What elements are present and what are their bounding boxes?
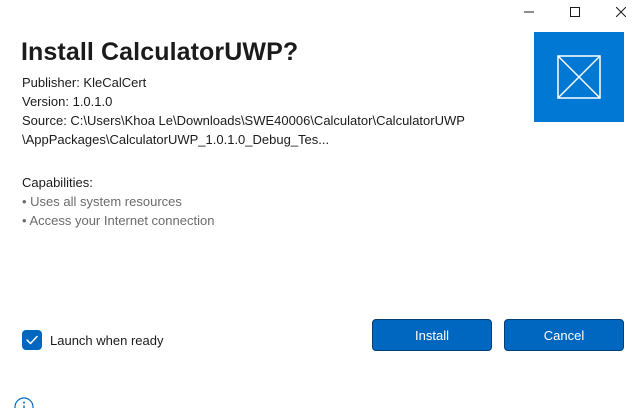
source-text-line2: \AppPackages\CalculatorUWP_1.0.1.0_Debug…	[22, 132, 330, 147]
source-text-line1: Source: C:\Users\Khoa Le\Downloads\SWE40…	[22, 113, 465, 128]
launch-when-ready-option[interactable]: Launch when ready	[22, 330, 163, 350]
close-button[interactable]	[598, 0, 644, 24]
installer-window: Install CalculatorUWP? Publisher: KleCal…	[0, 0, 644, 408]
capability-item: • Uses all system resources	[22, 194, 182, 209]
capabilities-section: Capabilities: • Uses all system resource…	[22, 173, 214, 230]
app-logo-tile	[534, 32, 624, 122]
package-info: Publisher: KleCalCert Version: 1.0.1.0 S…	[22, 73, 502, 149]
launch-checkbox[interactable]	[22, 330, 42, 350]
maximize-button[interactable]	[552, 0, 598, 24]
minimize-button[interactable]	[506, 0, 552, 24]
launch-checkbox-label: Launch when ready	[50, 332, 164, 348]
maximize-icon	[570, 7, 580, 17]
window-controls	[506, 0, 644, 24]
page-title: Install CalculatorUWP?	[21, 38, 299, 66]
info-icon[interactable]	[14, 397, 34, 408]
placeholder-app-icon	[557, 55, 601, 99]
minimize-icon	[524, 11, 534, 13]
close-icon	[616, 7, 626, 17]
capabilities-title: Capabilities:	[22, 175, 93, 190]
capability-item: • Access your Internet connection	[22, 213, 215, 228]
publisher-text: Publisher: KleCalCert	[22, 75, 147, 90]
install-button[interactable]: Install	[372, 319, 492, 351]
version-text: Version: 1.0.1.0	[22, 94, 113, 109]
cancel-button[interactable]: Cancel	[504, 319, 624, 351]
checkmark-icon	[26, 335, 38, 345]
